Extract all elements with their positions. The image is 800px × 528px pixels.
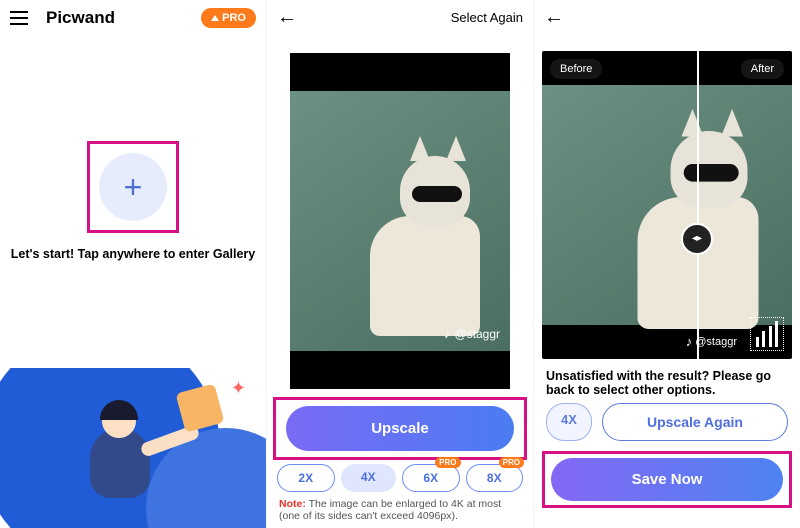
pro-tag-icon: PRO — [499, 457, 524, 468]
watermark: ♪ @staggr — [444, 326, 500, 341]
pro-tag-icon: PRO — [435, 457, 460, 468]
before-label: Before — [550, 59, 602, 79]
illustration: ✦ — [0, 368, 266, 528]
pro-label: PRO — [222, 12, 246, 24]
tiktok-icon: ♪ — [686, 334, 693, 349]
back-icon[interactable]: ← — [277, 6, 297, 29]
unsatisfied-text: Unsatisfied with the result? Please go b… — [534, 359, 800, 403]
plus-icon: + — [99, 153, 167, 221]
start-hint: Let's start! Tap anywhere to enter Galle… — [0, 233, 266, 275]
hamburger-icon[interactable] — [10, 11, 28, 25]
compare-divider[interactable] — [697, 51, 699, 359]
compare-view[interactable]: Before After ◂▸ ♪ @staggr — [542, 51, 792, 359]
app-title: Picwand — [46, 8, 115, 28]
note-text: Note: The image can be enlarged to 4K at… — [267, 492, 533, 528]
upscale-button[interactable]: Upscale — [286, 406, 514, 451]
scale-4x-chip[interactable]: 4X — [546, 403, 592, 441]
resolution-icon[interactable] — [750, 317, 784, 351]
image-preview: ♪ @staggr — [290, 53, 510, 389]
slider-handle-icon[interactable]: ◂▸ — [681, 223, 713, 255]
after-label: After — [741, 59, 784, 79]
crown-icon — [211, 15, 219, 21]
save-now-button[interactable]: Save Now — [551, 458, 783, 501]
upscale-again-button[interactable]: Upscale Again — [602, 403, 788, 441]
scale-8x-button[interactable]: 8X PRO — [466, 464, 524, 492]
scale-2x-button[interactable]: 2X — [277, 464, 335, 492]
back-icon[interactable]: ← — [544, 6, 790, 29]
pro-badge[interactable]: PRO — [201, 8, 256, 28]
tiktok-icon: ♪ — [444, 326, 451, 341]
watermark: ♪ @staggr — [686, 334, 737, 349]
select-again-link[interactable]: Select Again — [451, 10, 523, 25]
scale-6x-button[interactable]: 6X PRO — [402, 464, 460, 492]
scale-4x-button[interactable]: 4X — [341, 464, 397, 492]
add-image-button[interactable]: + — [87, 141, 179, 233]
